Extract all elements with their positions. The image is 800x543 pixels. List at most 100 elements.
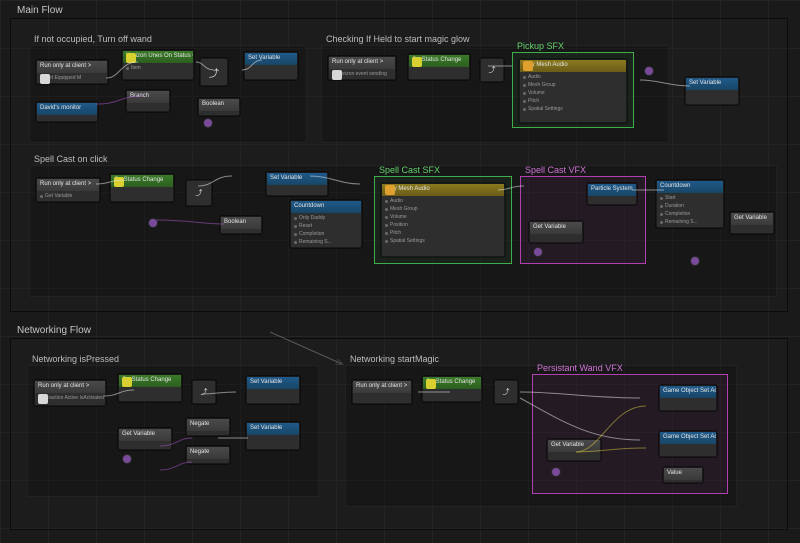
node-gameobj-setactive-1[interactable]: Game Object Set Active	[659, 385, 717, 411]
node-header: Set Variable	[267, 173, 327, 185]
port: Position	[385, 222, 501, 229]
group-spell-cast-vfx[interactable]: Spell Cast VFX Particle System Get Varia…	[520, 176, 646, 264]
node-split[interactable]: ⤴	[480, 58, 504, 82]
node-davids-monitor[interactable]: David's monitor	[36, 102, 98, 122]
value-dot[interactable]	[122, 454, 132, 464]
value-dot[interactable]	[551, 467, 561, 477]
node-horizon-event[interactable]: Run only at client > Horizon event sendi…	[328, 56, 396, 80]
node-get-variable-vfx[interactable]: Get Variable	[529, 221, 583, 243]
node-gameobj-setactive-2[interactable]: Game Object Set Active	[659, 431, 717, 457]
node-set-variable-end[interactable]: Get Variable	[730, 212, 774, 234]
node-play-mesh-audio-2[interactable]: Play Mesh Audio Audio Mesh Group Volume …	[381, 183, 505, 257]
node-on-status-change-4[interactable]: On Status Change	[118, 374, 182, 402]
value-dot[interactable]	[644, 66, 654, 76]
section-title: Main Flow	[17, 5, 63, 16]
group-title: Networking startMagic	[350, 354, 439, 364]
node-boolean-2[interactable]: Boolean	[220, 216, 262, 234]
port: Spatial Settings	[385, 238, 501, 245]
node-set-variable-2[interactable]: Set Variable	[685, 77, 739, 105]
node-play-mesh-audio[interactable]: Play Mesh Audio Audio Mesh Group Volume …	[519, 59, 627, 123]
port: Remaining S...	[660, 219, 720, 226]
node-set-variable[interactable]: Set Variable	[244, 52, 298, 80]
node-on-status-change-5[interactable]: On Status Change	[422, 376, 482, 402]
group-pickup-sfx[interactable]: Pickup SFX Play Mesh Audio Audio Mesh Gr…	[512, 52, 634, 128]
node-branch[interactable]: Branch	[126, 90, 170, 112]
doc-icon	[40, 74, 50, 84]
port: Volume	[523, 90, 623, 97]
node-header: Play Mesh Audio	[520, 60, 626, 72]
port: Only Daddy	[294, 215, 358, 222]
node-on-status-change-3[interactable]: On Status Change	[110, 174, 174, 202]
node-split[interactable]: ⤴	[192, 380, 216, 404]
node-split[interactable]: ⤴	[186, 180, 212, 206]
node-header: Value	[664, 468, 702, 480]
port: Item	[126, 65, 190, 72]
group-title: Persistant Wand VFX	[537, 363, 623, 373]
node-negate-1[interactable]: Negate	[186, 418, 230, 436]
group-spell-cast[interactable]: Spell Cast on click Run only at client >…	[29, 165, 777, 297]
speaker-icon	[523, 61, 533, 71]
node-header: Run only at client >	[37, 61, 107, 73]
node-on-status-change[interactable]: Horizon Unes On Status Change Item	[122, 50, 194, 80]
section-networking-flow: Networking Flow Networking isPressed Run…	[10, 338, 788, 530]
port: Start	[660, 195, 720, 202]
node-header: Particle System	[588, 184, 636, 196]
value-dot[interactable]	[148, 218, 158, 228]
node-on-status-change-2[interactable]: On Status Change	[408, 54, 470, 80]
node-set-variable-3[interactable]: Set Variable	[266, 172, 328, 196]
port: Mesh Group	[385, 206, 501, 213]
group-networking-startmagic[interactable]: Networking startMagic Run only at client…	[345, 365, 737, 507]
node-isactivated[interactable]: Run only at client > Interaction Active …	[34, 380, 106, 406]
port: Audio	[385, 198, 501, 205]
node-header: Run only at client >	[37, 179, 99, 191]
node-header: Countdown	[291, 201, 361, 213]
bolt-icon	[122, 377, 132, 387]
value-dot[interactable]	[690, 256, 700, 266]
node-get-equipped[interactable]: Run only at client > Get Equipped M	[36, 60, 108, 84]
node-get-variable[interactable]: Run only at client > Get Variable	[36, 178, 100, 202]
port: Spatial Settings	[523, 106, 623, 113]
node-value[interactable]: Value	[663, 467, 703, 483]
node-set-variable-net-a[interactable]: Set Variable	[246, 376, 300, 404]
node-header: Get Variable	[731, 213, 773, 225]
group-spell-cast-sfx[interactable]: Spell Cast SFX Play Mesh Audio Audio Mes…	[374, 176, 512, 264]
node-split[interactable]: ⤴	[200, 58, 228, 86]
node-negate-2[interactable]: Negate	[186, 446, 230, 464]
node-get-variable-sm[interactable]: Run only at client >	[352, 380, 412, 404]
group-check-held[interactable]: Checking If Held to start magic glow Run…	[321, 45, 669, 143]
group-turn-off-wand[interactable]: If not occupied, Turn off wand Run only …	[29, 45, 307, 143]
node-header: Countdown	[657, 181, 723, 193]
group-title: Spell Cast VFX	[525, 165, 586, 175]
port: Completion	[294, 231, 358, 238]
node-set-variable-net-b[interactable]: Set Variable	[246, 422, 300, 450]
port: Volume	[385, 214, 501, 221]
port: Pitch	[523, 98, 623, 105]
doc-icon	[332, 70, 342, 80]
node-header: Boolean	[221, 217, 261, 229]
node-header: Get Variable	[530, 222, 582, 234]
node-boolean[interactable]: Boolean	[198, 98, 240, 116]
node-particle-system[interactable]: Particle System	[587, 183, 637, 205]
node-get-variable-p[interactable]: Get Variable	[547, 439, 601, 461]
group-title: Networking isPressed	[32, 354, 119, 364]
group-title: Spell Cast SFX	[379, 165, 440, 175]
graph-canvas[interactable]: { "sections": { "main": { "title": "Main…	[0, 0, 800, 543]
group-networking-ispressed[interactable]: Networking isPressed Run only at client …	[27, 365, 319, 497]
node-countdown[interactable]: Countdown Only Daddy Reset Completion Re…	[290, 200, 362, 248]
port: Completion	[660, 211, 720, 218]
node-header: Boolean	[199, 99, 239, 111]
node-get-variable-np[interactable]: Get Variable	[118, 428, 172, 450]
node-header: Run only at client >	[35, 381, 105, 393]
node-header: Run only at client >	[353, 381, 411, 393]
node-split[interactable]: ⤴	[494, 380, 518, 404]
node-header: Get Variable	[548, 440, 600, 452]
value-dot[interactable]	[203, 118, 213, 128]
node-header: Game Object Set Active	[660, 386, 716, 398]
group-title: If not occupied, Turn off wand	[34, 34, 152, 44]
group-persistant-vfx[interactable]: Persistant Wand VFX Game Object Set Acti…	[532, 374, 728, 494]
section-title: Networking Flow	[17, 325, 91, 336]
node-countdown-2[interactable]: Countdown Start Duration Completion Rema…	[656, 180, 724, 228]
port: Pitch	[385, 230, 501, 237]
node-header: Set Variable	[247, 423, 299, 435]
value-dot[interactable]	[533, 247, 543, 257]
